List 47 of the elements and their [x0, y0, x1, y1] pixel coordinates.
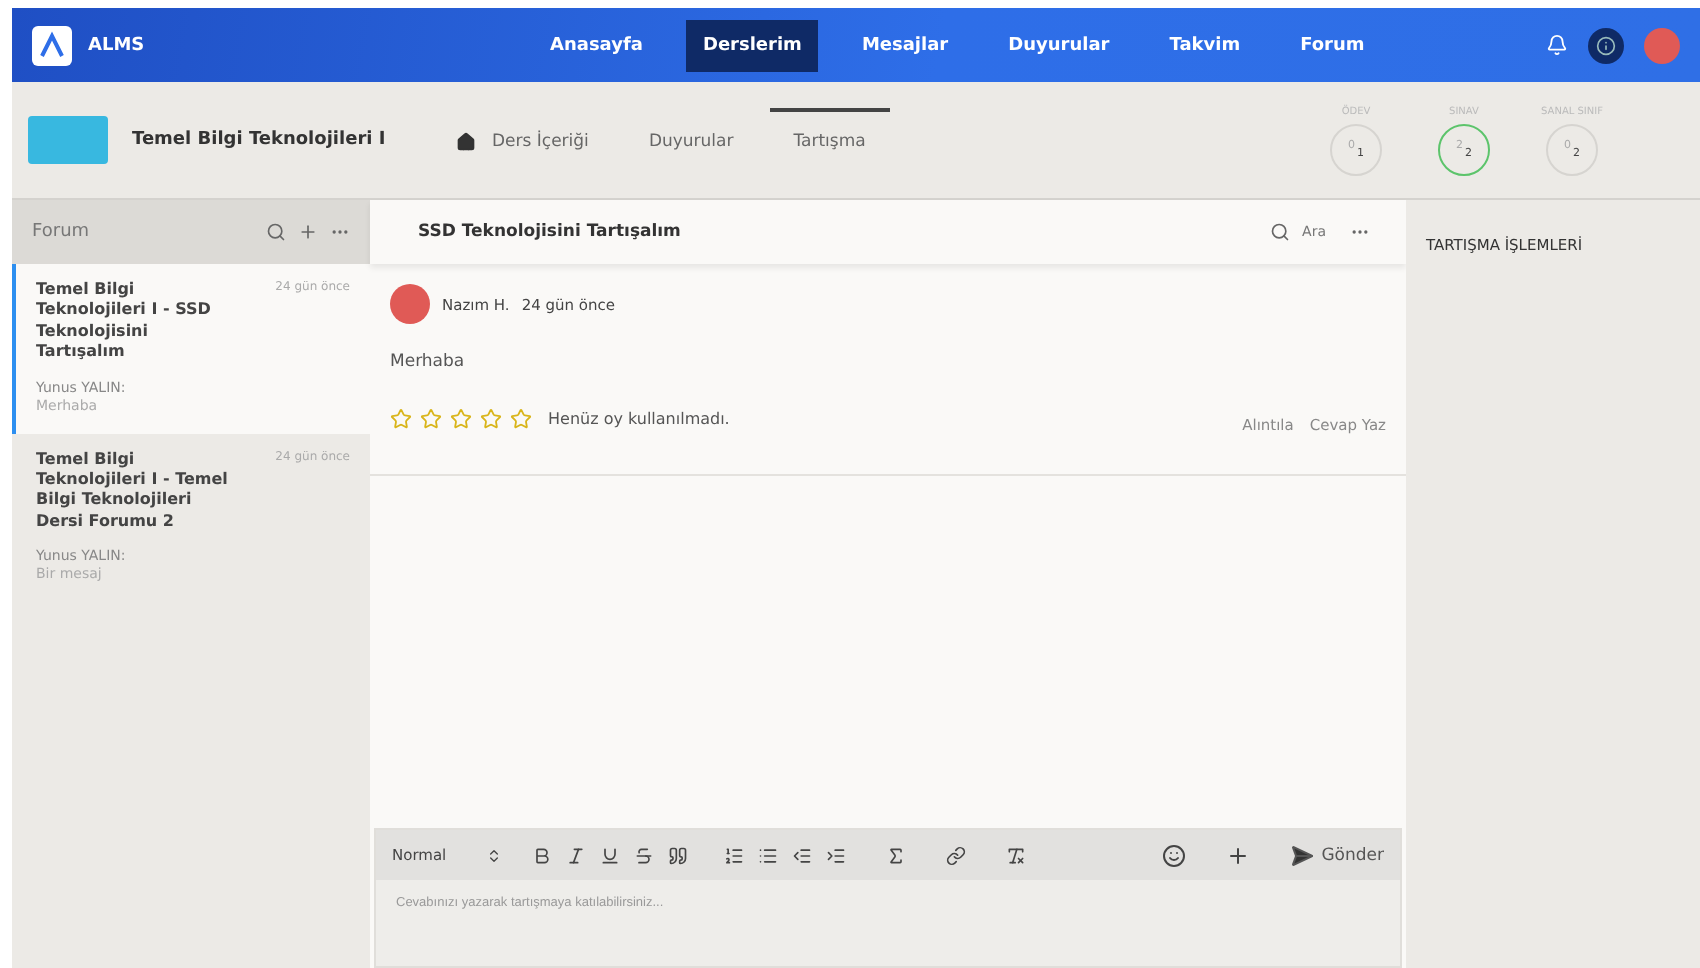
emoji-icon[interactable] — [1161, 843, 1186, 867]
logo-text: ALMS — [88, 35, 145, 55]
nav-link[interactable]: Derslerim — [686, 19, 818, 71]
formula-icon[interactable] — [886, 845, 907, 865]
outdent-icon[interactable] — [792, 845, 813, 865]
dropdown-caret-icon — [486, 847, 503, 863]
italic-icon[interactable] — [566, 845, 587, 865]
logo-icon — [32, 25, 72, 65]
link-icon[interactable] — [946, 845, 967, 865]
underline-icon[interactable] — [600, 845, 621, 865]
nav-link[interactable]: Forum — [1284, 19, 1381, 71]
nav-link[interactable]: Takvim — [1153, 19, 1257, 71]
strikethrough-icon[interactable] — [634, 845, 655, 865]
send-button[interactable]: Gönder — [1289, 843, 1384, 867]
course-tab[interactable]: Ders İçeriği — [432, 108, 613, 172]
star-icon[interactable] — [510, 408, 532, 430]
bullet-list-icon[interactable] — [758, 845, 779, 865]
star-icon[interactable] — [390, 408, 412, 430]
thread-title: Temel Bilgi Teknolojileri I - Temel Bilgi Teknolojileri Dersi Forumu 2 — [36, 449, 230, 533]
indent-icon[interactable] — [826, 845, 847, 865]
nav-link[interactable]: Anasayfa — [534, 19, 659, 71]
send-icon — [1289, 843, 1314, 867]
clear-format-icon[interactable] — [1006, 845, 1027, 865]
nav-link[interactable]: Duyurular — [992, 19, 1126, 71]
star-icon[interactable] — [450, 408, 472, 430]
discussion-title: SSD Teknolojisini Tartışalım — [418, 222, 681, 242]
plus-icon[interactable] — [298, 222, 318, 242]
forum-title: Forum — [32, 222, 90, 242]
course-tab[interactable]: Tartışma — [769, 108, 890, 172]
ordered-list-icon[interactable] — [724, 845, 745, 865]
nav-link[interactable]: Mesajlar — [845, 19, 965, 71]
course-tab[interactable]: Duyurular — [624, 108, 758, 172]
course-title: Temel Bilgi Teknolojileri I — [132, 130, 388, 150]
bell-icon[interactable] — [1546, 34, 1568, 56]
search-icon[interactable] — [1270, 222, 1291, 242]
star-icon[interactable] — [480, 408, 502, 430]
thread-title: Temel Bilgi Teknolojileri I - SSD Teknolojisini Tartışalım — [36, 280, 213, 364]
bold-icon[interactable] — [532, 845, 553, 865]
star-icon[interactable] — [420, 408, 442, 430]
post-body: Merhaba — [390, 352, 467, 372]
course-thumbnail — [28, 116, 108, 164]
plus-icon[interactable] — [1225, 843, 1250, 867]
search-icon[interactable] — [266, 222, 286, 242]
quote-icon[interactable] — [668, 845, 689, 865]
author-avatar — [390, 284, 430, 324]
info-badge-icon[interactable] — [1588, 27, 1624, 63]
rating-text: Henüz oy kullanılmadı. — [548, 410, 730, 428]
